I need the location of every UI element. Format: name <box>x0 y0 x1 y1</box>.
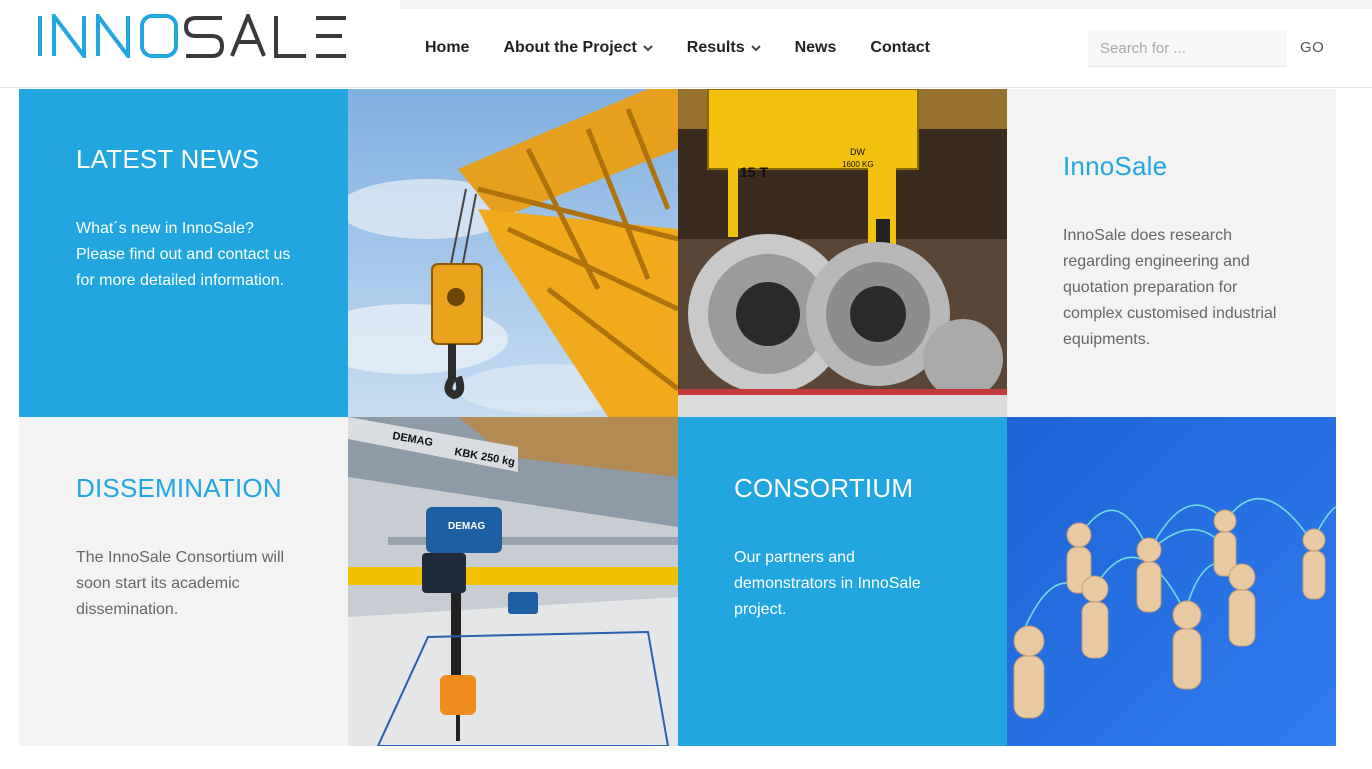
demag-crane-image: DEMAG KBK 250 kg DEMAG <box>348 417 678 746</box>
nav-contact[interactable]: Contact <box>870 39 930 57</box>
nav-news[interactable]: News <box>795 39 837 57</box>
hoist-sign-dw: DW <box>850 147 865 157</box>
chevron-down-icon <box>750 39 761 57</box>
nav-home-label: Home <box>425 39 470 56</box>
dissemination-tile[interactable]: DISSEMINATION The InnoSale Consortium wi… <box>19 417 348 746</box>
nav-results-label: Results <box>686 39 745 56</box>
chevron-down-icon <box>643 39 653 57</box>
nav-contact-label: Contact <box>870 39 930 56</box>
site-header: Home About the Project Results News Cont… <box>0 0 1372 88</box>
consortium-title: CONSORTIUM <box>734 473 914 503</box>
steel-coil-hoist-image: 15 T DW 1600 KG <box>678 89 1007 417</box>
latest-news-tile[interactable]: LATEST NEWS What´s new in InnoSale? Plea… <box>19 89 348 417</box>
latest-news-title: LATEST NEWS <box>76 144 260 174</box>
main-navigation: Home About the Project Results News Cont… <box>425 38 964 58</box>
consortium-tile[interactable]: CONSORTIUM Our partners and demonstrator… <box>678 417 1007 746</box>
nav-about-label: About the Project <box>503 39 637 56</box>
nav-results[interactable]: Results <box>687 39 761 57</box>
search-input[interactable] <box>1088 30 1286 66</box>
hoist-brand-label: DEMAG <box>448 521 485 532</box>
latest-news-text: What´s new in InnoSale? Please find out … <box>76 220 291 289</box>
nav-home[interactable]: Home <box>425 39 469 57</box>
innosale-title: InnoSale <box>1063 151 1168 181</box>
consortium-text: Our partners and demonstrators in InnoSa… <box>734 549 921 618</box>
dissemination-title: DISSEMINATION <box>76 473 282 503</box>
nav-about-the-project[interactable]: About the Project <box>503 39 653 57</box>
innosale-logo[interactable] <box>36 10 348 62</box>
hoist-sign-15t: 15 T <box>740 164 768 180</box>
dissemination-text: The InnoSale Consortium will soon start … <box>76 549 285 618</box>
crane-hook-image <box>348 89 678 417</box>
nav-news-label: News <box>794 39 837 56</box>
network-figures-image <box>1007 417 1336 746</box>
innosale-tile[interactable]: InnoSale InnoSale does research regardin… <box>1007 89 1336 417</box>
hoist-sign-weight: 1600 KG <box>842 160 874 169</box>
search-box <box>1088 30 1287 67</box>
search-go-button[interactable]: GO <box>1300 39 1324 56</box>
innosale-text: InnoSale does research regarding enginee… <box>1063 227 1277 348</box>
